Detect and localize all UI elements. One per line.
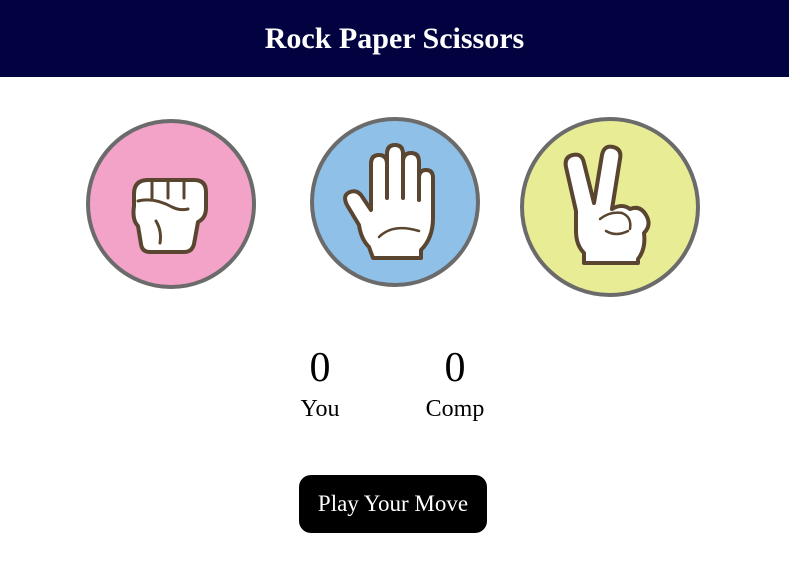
- player-score-label: You: [300, 396, 340, 422]
- paper-choice[interactable]: [310, 117, 480, 287]
- page-title: Rock Paper Scissors: [264, 21, 525, 55]
- rock-choice[interactable]: [86, 119, 256, 289]
- computer-score-label: Comp: [425, 396, 485, 422]
- computer-score-value: 0: [444, 345, 466, 391]
- peace-sign-hand-icon: [563, 144, 651, 265]
- open-hand-icon: [343, 143, 435, 260]
- computer-score: 0 Comp: [410, 342, 500, 424]
- choices-area: [0, 77, 789, 317]
- app-header: Rock Paper Scissors: [0, 0, 789, 77]
- player-score-value: 0: [309, 345, 331, 391]
- player-score: 0 You: [280, 342, 360, 424]
- play-move-button[interactable]: Play Your Move: [299, 475, 487, 533]
- scoreboard: 0 You 0 Comp: [0, 342, 789, 442]
- scissors-choice[interactable]: [520, 117, 700, 297]
- fist-icon: [131, 178, 208, 254]
